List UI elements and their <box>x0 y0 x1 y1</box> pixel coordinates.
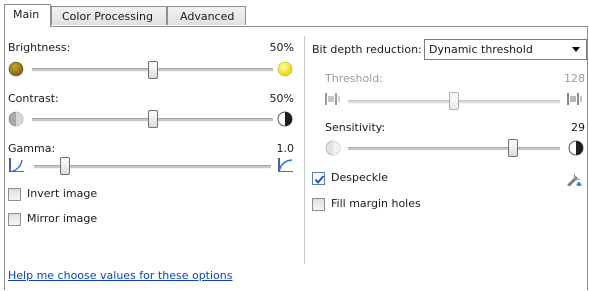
gamma-slider-thumb[interactable] <box>60 157 70 175</box>
threshold-slider-thumb[interactable] <box>449 92 459 110</box>
gamma-value: 1.0 <box>276 142 295 155</box>
wrench-settings-icon[interactable] <box>566 170 582 186</box>
mirror-image-label: Mirror image <box>27 212 98 225</box>
sensitivity-label: Sensitivity: <box>325 121 386 134</box>
threshold-high-icon <box>567 93 582 105</box>
brightness-dark-icon <box>8 61 24 77</box>
tab-strip: Main Color Processing Advanced <box>0 0 589 27</box>
invert-image-checkbox[interactable] <box>8 188 21 201</box>
sensitivity-low-icon <box>325 140 341 156</box>
fill-margin-holes-label: Fill margin holes <box>331 197 421 210</box>
brightness-slider-thumb[interactable] <box>148 61 158 79</box>
gamma-low-icon <box>9 158 24 172</box>
invert-image-label: Invert image <box>27 187 98 200</box>
chevron-down-icon <box>572 47 580 52</box>
brightness-label: Brightness: <box>8 41 71 54</box>
help-link[interactable]: Help me choose values for these options <box>8 269 233 282</box>
bit-depth-dropdown[interactable]: Dynamic threshold <box>424 39 587 60</box>
despeckle-label: Despeckle <box>331 171 388 184</box>
contrast-slider-thumb[interactable] <box>148 110 158 128</box>
main-panel <box>4 26 588 290</box>
brightness-value: 50% <box>269 41 294 54</box>
tab-main-label: Main <box>13 8 40 21</box>
tab-color-processing[interactable]: Color Processing <box>51 6 167 25</box>
contrast-high-icon <box>277 111 293 127</box>
tab-main[interactable]: Main <box>4 4 51 27</box>
contrast-value: 50% <box>269 92 294 105</box>
bit-depth-label: Bit depth reduction: <box>312 43 422 56</box>
sensitivity-value: 29 <box>571 121 585 134</box>
gamma-high-icon <box>278 158 293 172</box>
threshold-label: Threshold: <box>325 72 383 85</box>
threshold-low-icon <box>325 93 340 105</box>
brightness-light-icon <box>277 61 293 77</box>
bit-depth-selected: Dynamic threshold <box>429 43 533 56</box>
sensitivity-slider-thumb[interactable] <box>508 139 518 157</box>
checkmark-icon <box>314 175 325 185</box>
fill-margin-holes-checkbox[interactable] <box>312 198 325 211</box>
contrast-label: Contrast: <box>8 92 59 105</box>
tab-advanced-label: Advanced <box>180 10 235 23</box>
tab-color-processing-label: Color Processing <box>62 10 153 23</box>
sensitivity-slider-track[interactable] <box>348 147 560 151</box>
contrast-low-icon <box>8 111 24 127</box>
threshold-value: 128 <box>564 72 585 85</box>
sensitivity-high-icon <box>568 140 584 156</box>
tab-advanced[interactable]: Advanced <box>167 6 246 25</box>
gamma-label: Gamma: <box>8 142 56 155</box>
column-divider <box>304 36 305 264</box>
despeckle-checkbox[interactable] <box>312 172 325 185</box>
mirror-image-checkbox[interactable] <box>8 213 21 226</box>
